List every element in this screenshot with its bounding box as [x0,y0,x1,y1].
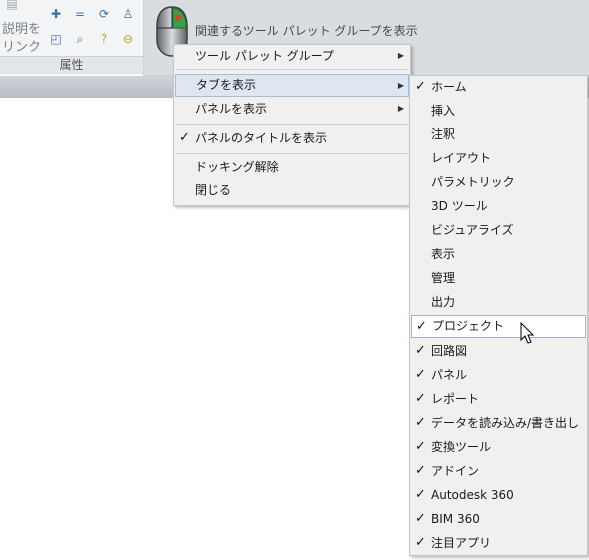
menu-item-label: タブを表示 [196,78,257,92]
tabs-submenu: ✓ ホーム 挿入 注釈 レイアウト パラメトリック 3D ツール ビジュアライズ… [409,75,588,556]
chart-icon[interactable]: ◰ [48,31,64,47]
document-icon[interactable]: ▤ [4,0,20,12]
tab-item-label: 3D ツール [431,199,488,213]
checkmark-icon: ✓ [416,319,427,334]
checkmark-icon: ✓ [415,511,426,526]
tab-item-label: 挿入 [431,104,456,118]
menu-separator [176,124,408,125]
tab-item-3d-tools[interactable]: 3D ツール [410,195,587,217]
menu-item-undock[interactable]: ドッキング解除 [174,156,410,178]
tab-item-label: 出力 [431,295,456,309]
tab-item-project[interactable]: ✓ プロジェクト [411,315,586,338]
ribbon-panel-attributes: ▤ 説明を リンク ✚ = ⟳ ♙ ◰ ⌕ ? ⊖ 属性 [0,0,144,75]
checkmark-icon: ✓ [415,343,426,358]
refresh-link-icon[interactable]: ⟳ [96,6,112,22]
tab-item-add-ins[interactable]: ✓ アドイン [410,460,587,482]
panel-title-attributes: 属性 [0,56,143,74]
tab-item-label: プロジェクト [432,319,505,333]
menu-item-label: パネルのタイトルを表示 [195,131,328,145]
tab-item-featured-apps[interactable]: ✓ 注目アプリ [410,532,587,554]
tab-item-manage[interactable]: 管理 [410,267,587,289]
checkmark-icon: ✓ [415,367,426,382]
tab-item-label: パラメトリック [431,175,515,189]
tab-item-label: レポート [431,392,480,406]
menu-item-label: 閉じる [195,183,232,197]
chain-link-icon[interactable]: ⊖ [120,31,136,47]
help-link-icon[interactable]: ? [96,31,112,47]
user-attribute-icon[interactable]: ♙ [120,6,136,22]
context-menu-header: 関連するツール パレット グループを表示 [195,24,418,38]
menu-item-show-panels[interactable]: パネルを表示 ▶ [174,98,410,120]
menu-separator [176,69,408,70]
checkmark-icon: ✓ [415,415,426,430]
tab-item-label: Autodesk 360 [431,488,514,502]
tab-item-visualize[interactable]: ビジュアライズ [410,219,587,241]
tab-item-label: ビジュアライズ [431,223,514,237]
submenu-arrow-icon: ▶ [397,104,404,113]
checkmark-icon: ✓ [415,487,426,502]
menu-item-label: ツール パレット グループ [195,49,334,63]
tab-item-conversion-tools[interactable]: ✓ 変換ツール [410,436,587,458]
tab-item-label: BIM 360 [431,512,480,526]
menu-item-show-tabs[interactable]: タブを表示 ▶ [175,74,409,97]
tab-item-view[interactable]: 表示 [410,243,587,265]
tab-item-autodesk-360[interactable]: ✓ Autodesk 360 [410,484,587,506]
link-description-label-1[interactable]: 説明を [2,18,41,37]
tab-item-reports[interactable]: ✓ レポート [410,388,587,410]
tab-item-label: レイアウト [431,151,492,165]
menu-separator [176,153,408,154]
menu-item-tool-palette-groups[interactable]: ツール パレット グループ ▶ [174,45,410,67]
submenu-arrow-icon: ▶ [397,51,404,60]
menu-item-close[interactable]: 閉じる [174,179,410,201]
add-attribute-icon[interactable]: ✚ [48,6,64,22]
tab-item-label: アドイン [431,464,480,478]
menu-item-label: ドッキング解除 [195,160,279,174]
tab-item-label: 表示 [431,247,456,261]
tab-item-annotate[interactable]: 注釈 [410,123,587,145]
tab-item-layout[interactable]: レイアウト [410,147,587,169]
tab-item-label: パネル [431,368,468,382]
tab-item-label: ホーム [431,80,467,94]
tab-item-label: 変換ツール [431,440,492,454]
tab-item-home[interactable]: ✓ ホーム [410,76,587,98]
tab-item-schematic[interactable]: ✓ 回路図 [410,340,587,362]
tab-item-label: 回路図 [431,344,468,358]
menu-item-label: パネルを表示 [195,102,268,116]
tab-item-import-export-data[interactable]: ✓ データを読み込み/書き出し [410,412,587,434]
checkmark-icon: ✓ [415,79,426,94]
menu-item-show-panel-titles[interactable]: ✓ パネルのタイトルを表示 [174,127,410,149]
checkmark-icon: ✓ [415,463,426,478]
context-menu: ツール パレット グループ ▶ タブを表示 ▶ パネルを表示 ▶ ✓ パネルのタ… [173,44,411,206]
submenu-arrow-icon: ▶ [397,81,404,90]
checkmark-icon: ✓ [179,130,190,145]
checkmark-icon: ✓ [415,439,426,454]
mouse-cursor-icon [520,322,535,344]
tab-item-label: データを読み込み/書き出し [431,416,580,430]
search-link-icon[interactable]: ⌕ [72,31,88,47]
tab-item-label: 管理 [431,271,456,285]
checkmark-icon: ✓ [415,535,426,550]
tab-item-parametric[interactable]: パラメトリック [410,171,587,193]
tab-item-label: 注釈 [431,127,456,141]
equal-attribute-icon[interactable]: = [72,6,88,22]
link-description-label-2[interactable]: リンク [2,36,41,55]
tab-item-panel[interactable]: ✓ パネル [410,364,587,386]
checkmark-icon: ✓ [415,391,426,406]
tab-item-label: 注目アプリ [431,536,492,550]
tab-item-insert[interactable]: 挿入 [410,100,587,122]
tab-item-bim-360[interactable]: ✓ BIM 360 [410,508,587,530]
tab-item-output[interactable]: 出力 [410,291,587,313]
